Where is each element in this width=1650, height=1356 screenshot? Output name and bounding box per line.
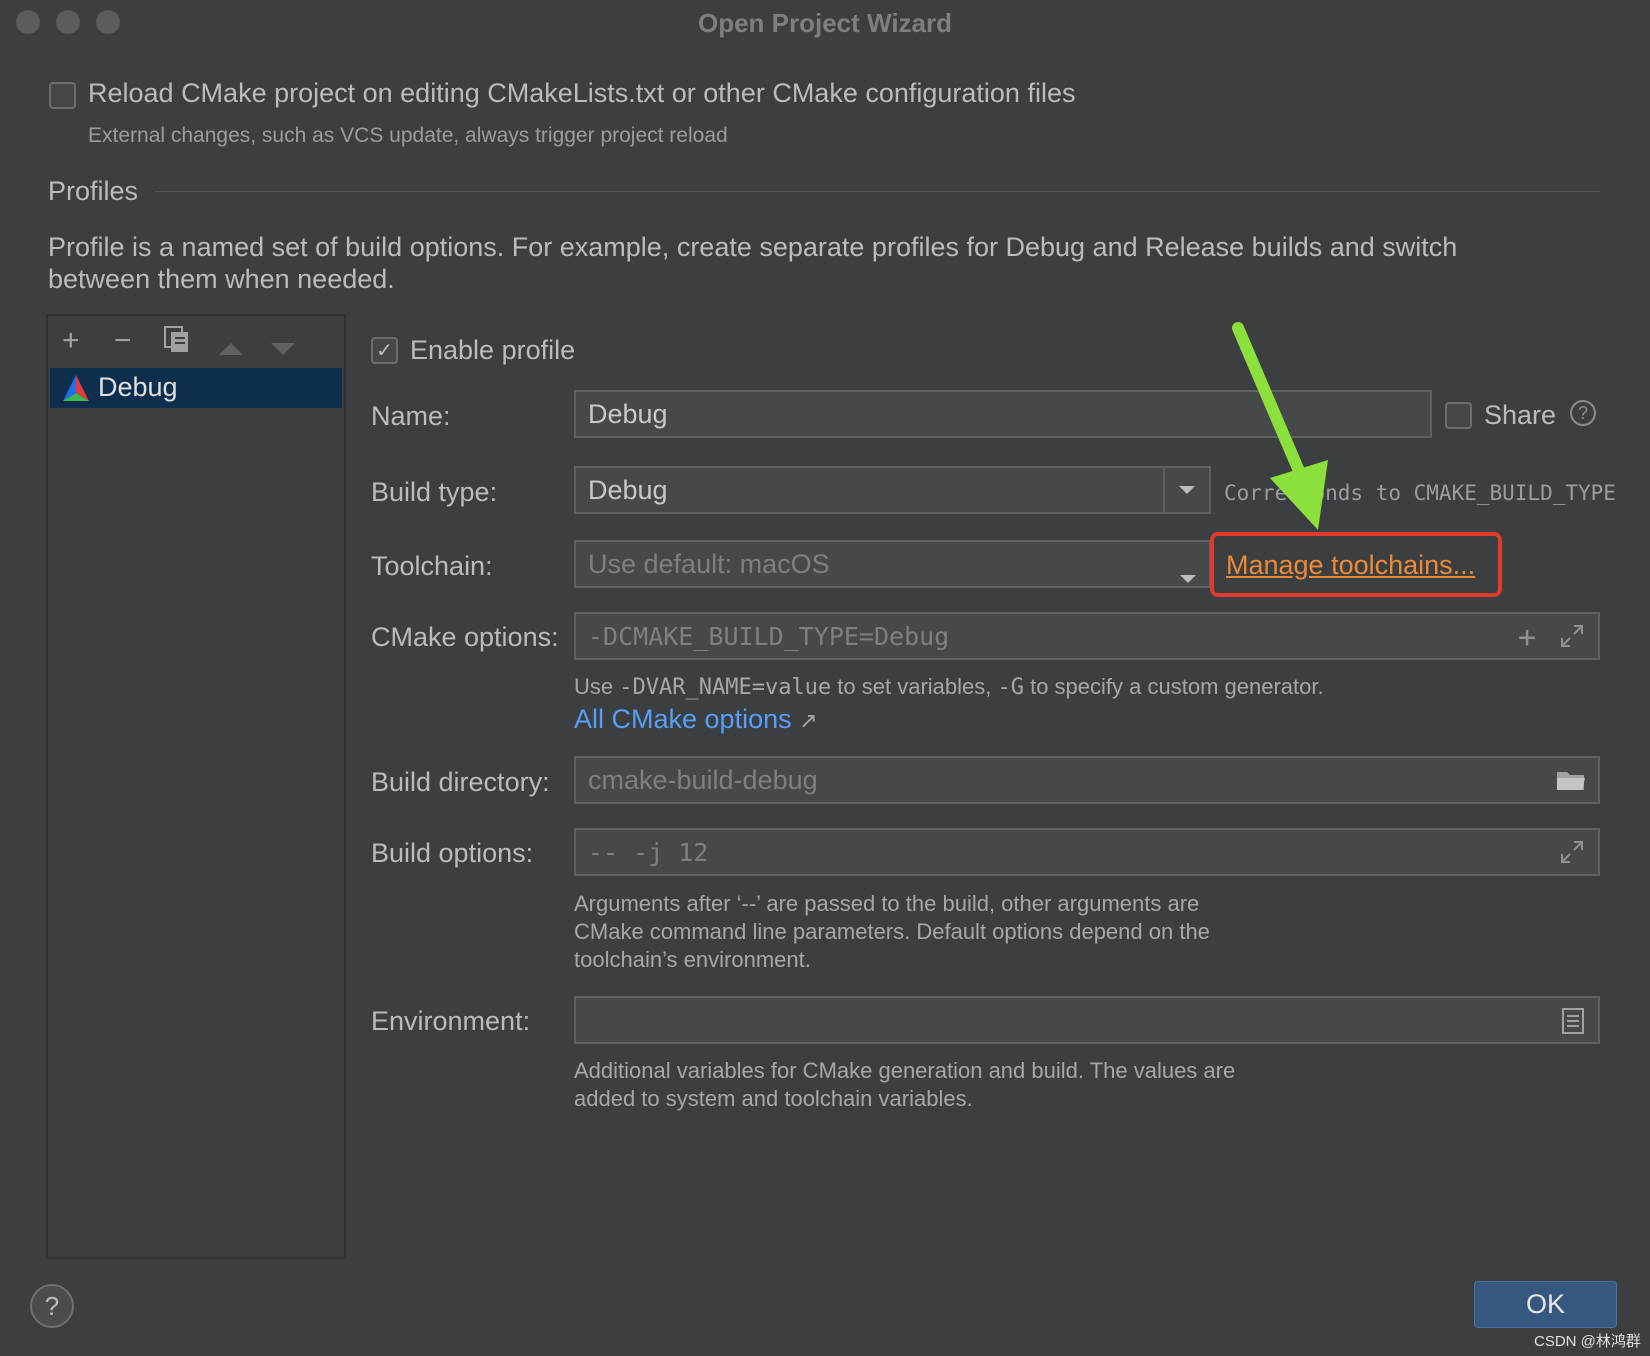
- move-up-icon[interactable]: [218, 332, 244, 363]
- ok-button[interactable]: OK: [1474, 1281, 1617, 1328]
- toolchain-label: Toolchain:: [371, 551, 493, 581]
- annotation-arrow: [1232, 322, 1328, 530]
- name-label: Name:: [371, 401, 451, 431]
- profiles-section-title: Profiles: [48, 176, 139, 206]
- cmake-options-label: CMake options:: [371, 622, 559, 652]
- expand-icon[interactable]: [1560, 840, 1584, 870]
- insert-macro-icon[interactable]: +: [1518, 620, 1536, 655]
- build-options-hint-3: toolchain’s environment.: [574, 947, 811, 972]
- cmake-options-input[interactable]: -DCMAKE_BUILD_TYPE=Debug +: [574, 612, 1600, 660]
- add-icon[interactable]: +: [62, 324, 80, 358]
- watermark: CSDN @林鸿群: [1534, 1333, 1641, 1350]
- build-options-placeholder: -- -j 12: [588, 837, 709, 867]
- help-circle-icon[interactable]: ?: [1570, 400, 1596, 426]
- toolchain-select[interactable]: Use default: macOS: [574, 540, 1211, 588]
- annotation-highlight-box: [1210, 532, 1502, 597]
- build-options-input[interactable]: -- -j 12: [574, 828, 1600, 876]
- build-type-value: Debug: [588, 474, 668, 505]
- enable-profile-label: Enable profile: [410, 335, 576, 365]
- profiles-description-line1: Profile is a named set of build options.…: [48, 232, 1458, 262]
- build-type-select[interactable]: Debug: [574, 466, 1211, 514]
- list-item[interactable]: Debug: [50, 368, 342, 408]
- build-directory-placeholder: cmake-build-debug: [588, 764, 818, 795]
- copy-icon[interactable]: [164, 326, 190, 361]
- cmake-options-hint: Use -DVAR_NAME=value to set variables, -…: [574, 674, 1324, 700]
- build-type-label: Build type:: [371, 477, 498, 507]
- folder-icon[interactable]: [1556, 768, 1586, 799]
- expand-icon[interactable]: [1560, 624, 1584, 654]
- reload-cmake-checkbox[interactable]: [49, 82, 76, 109]
- build-options-hint-2: CMake command line parameters. Default o…: [574, 919, 1210, 944]
- environment-hint-1: Additional variables for CMake generatio…: [574, 1058, 1236, 1083]
- title-bar: Open Project Wizard: [0, 0, 1650, 44]
- reload-cmake-hint: External changes, such as VCS update, al…: [88, 124, 728, 147]
- chevron-down-icon: [1179, 560, 1197, 591]
- profiles-description-line2: between them when needed.: [48, 264, 395, 294]
- cmake-options-placeholder: -DCMAKE_BUILD_TYPE=Debug: [588, 621, 950, 651]
- build-directory-label: Build directory:: [371, 767, 550, 797]
- move-down-icon[interactable]: [270, 332, 296, 363]
- environment-hint-2: added to system and toolchain variables.: [574, 1086, 973, 1111]
- enable-profile-checkbox[interactable]: ✓: [371, 337, 398, 364]
- share-label: Share: [1484, 400, 1557, 430]
- environment-label: Environment:: [371, 1006, 531, 1036]
- profile-list-panel: + − Debug: [46, 314, 346, 1259]
- toolchain-value: Use default: macOS: [588, 548, 830, 579]
- list-item-label: Debug: [98, 372, 178, 402]
- reload-cmake-label: Reload CMake project on editing CMakeLis…: [88, 78, 1076, 108]
- document-icon[interactable]: [1562, 1008, 1584, 1041]
- profiles-separator: [155, 191, 1600, 192]
- remove-icon[interactable]: −: [114, 324, 132, 358]
- build-options-hint-1: Arguments after ‘--’ are passed to the b…: [574, 891, 1200, 916]
- help-button[interactable]: ?: [30, 1284, 74, 1328]
- external-link-icon: ↗: [799, 708, 818, 733]
- environment-input[interactable]: [574, 996, 1600, 1044]
- build-directory-input[interactable]: cmake-build-debug: [574, 756, 1600, 804]
- all-cmake-options-link[interactable]: All CMake options ↗: [574, 704, 818, 735]
- cmake-icon: [62, 374, 90, 407]
- window-title: Open Project Wizard: [697, 8, 953, 38]
- build-options-label: Build options:: [371, 838, 534, 868]
- share-checkbox[interactable]: [1445, 402, 1472, 429]
- chevron-down-icon[interactable]: [1163, 468, 1209, 512]
